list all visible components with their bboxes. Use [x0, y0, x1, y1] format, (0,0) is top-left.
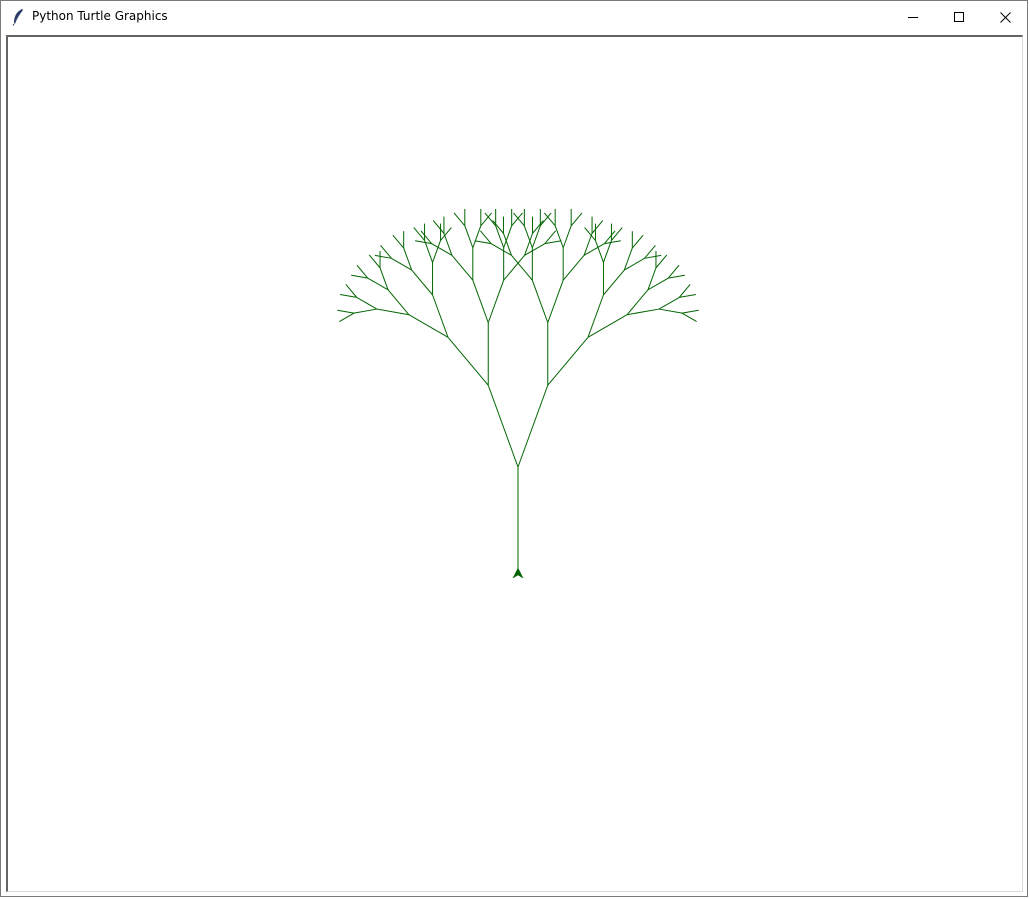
- tree-branch: [356, 296, 378, 310]
- tree-branch: [631, 234, 644, 249]
- tree-branch: [403, 247, 413, 271]
- close-icon: [999, 11, 1011, 23]
- turtle-canvas[interactable]: [8, 37, 1022, 891]
- tree-branch: [647, 277, 669, 291]
- tree-branch: [681, 312, 697, 322]
- tree-branch: [451, 255, 474, 281]
- turtle-arrow-icon: [512, 567, 524, 579]
- tree-branch: [623, 247, 633, 271]
- tree-branch: [487, 280, 505, 323]
- tree-branch: [547, 280, 564, 323]
- feather-icon: [12, 9, 23, 26]
- tree-branch: [624, 257, 645, 271]
- tree-branch: [594, 240, 604, 263]
- tree-branch: [443, 233, 453, 256]
- tree-branch: [511, 212, 523, 227]
- tree-branch: [472, 225, 482, 248]
- tree-branch: [432, 220, 445, 234]
- tree-branch: [658, 296, 680, 310]
- tree-branch: [392, 234, 405, 249]
- tree-branch: [431, 243, 453, 256]
- tree-branch: [379, 267, 389, 291]
- maximize-icon: [954, 12, 964, 22]
- fractal-tree: [337, 208, 699, 573]
- tree-branch: [487, 385, 519, 468]
- tree-branch: [337, 309, 355, 314]
- tree-branch: [562, 255, 585, 281]
- tree-branch: [376, 308, 410, 316]
- tree-branch: [368, 254, 381, 269]
- tree-branch: [587, 294, 604, 338]
- title-bar[interactable]: Python Turtle Graphics: [1, 1, 1027, 33]
- tree-branch: [472, 280, 489, 323]
- tree-branch: [655, 254, 668, 269]
- tree-branch: [367, 277, 389, 291]
- tree-branch: [408, 314, 449, 338]
- tree-branch: [570, 212, 583, 227]
- tree-branch: [587, 314, 628, 338]
- tree-branch: [464, 225, 474, 248]
- tree-branch: [339, 312, 355, 322]
- tree-branch: [562, 225, 572, 248]
- tree-branch: [432, 240, 442, 263]
- window-title: Python Turtle Graphics: [32, 9, 168, 23]
- tree-branch: [490, 243, 512, 256]
- tree-branch: [547, 336, 589, 386]
- minimize-icon: [908, 17, 918, 18]
- turtle-canvas-frame[interactable]: [6, 35, 1023, 892]
- tree-branch: [626, 308, 660, 316]
- tree-branch: [626, 289, 649, 316]
- turtle-window: Python Turtle Graphics: [0, 0, 1028, 897]
- tree-branch: [658, 308, 683, 314]
- tree-branch: [447, 336, 489, 386]
- tree-branch: [531, 280, 549, 323]
- close-button[interactable]: [982, 1, 1028, 33]
- tree-branch: [681, 309, 699, 314]
- tree-branch: [353, 308, 378, 314]
- tree-branch: [391, 257, 412, 271]
- tree-branch: [583, 233, 593, 256]
- tree-branch: [453, 212, 466, 227]
- tree-branch: [554, 225, 564, 248]
- tree-branch: [583, 243, 605, 256]
- tree-branch: [411, 269, 433, 296]
- maximize-button[interactable]: [936, 1, 982, 33]
- tree-branch: [591, 220, 604, 234]
- tree-branch: [517, 385, 549, 468]
- turtle-cursor: [512, 567, 524, 579]
- tree-branch: [524, 243, 546, 256]
- tree-branch: [387, 289, 410, 316]
- tree-branch: [647, 267, 657, 291]
- tree-branch: [513, 212, 525, 227]
- tree-branch: [432, 294, 449, 338]
- tree-branch: [603, 269, 625, 296]
- minimize-button[interactable]: [890, 1, 936, 33]
